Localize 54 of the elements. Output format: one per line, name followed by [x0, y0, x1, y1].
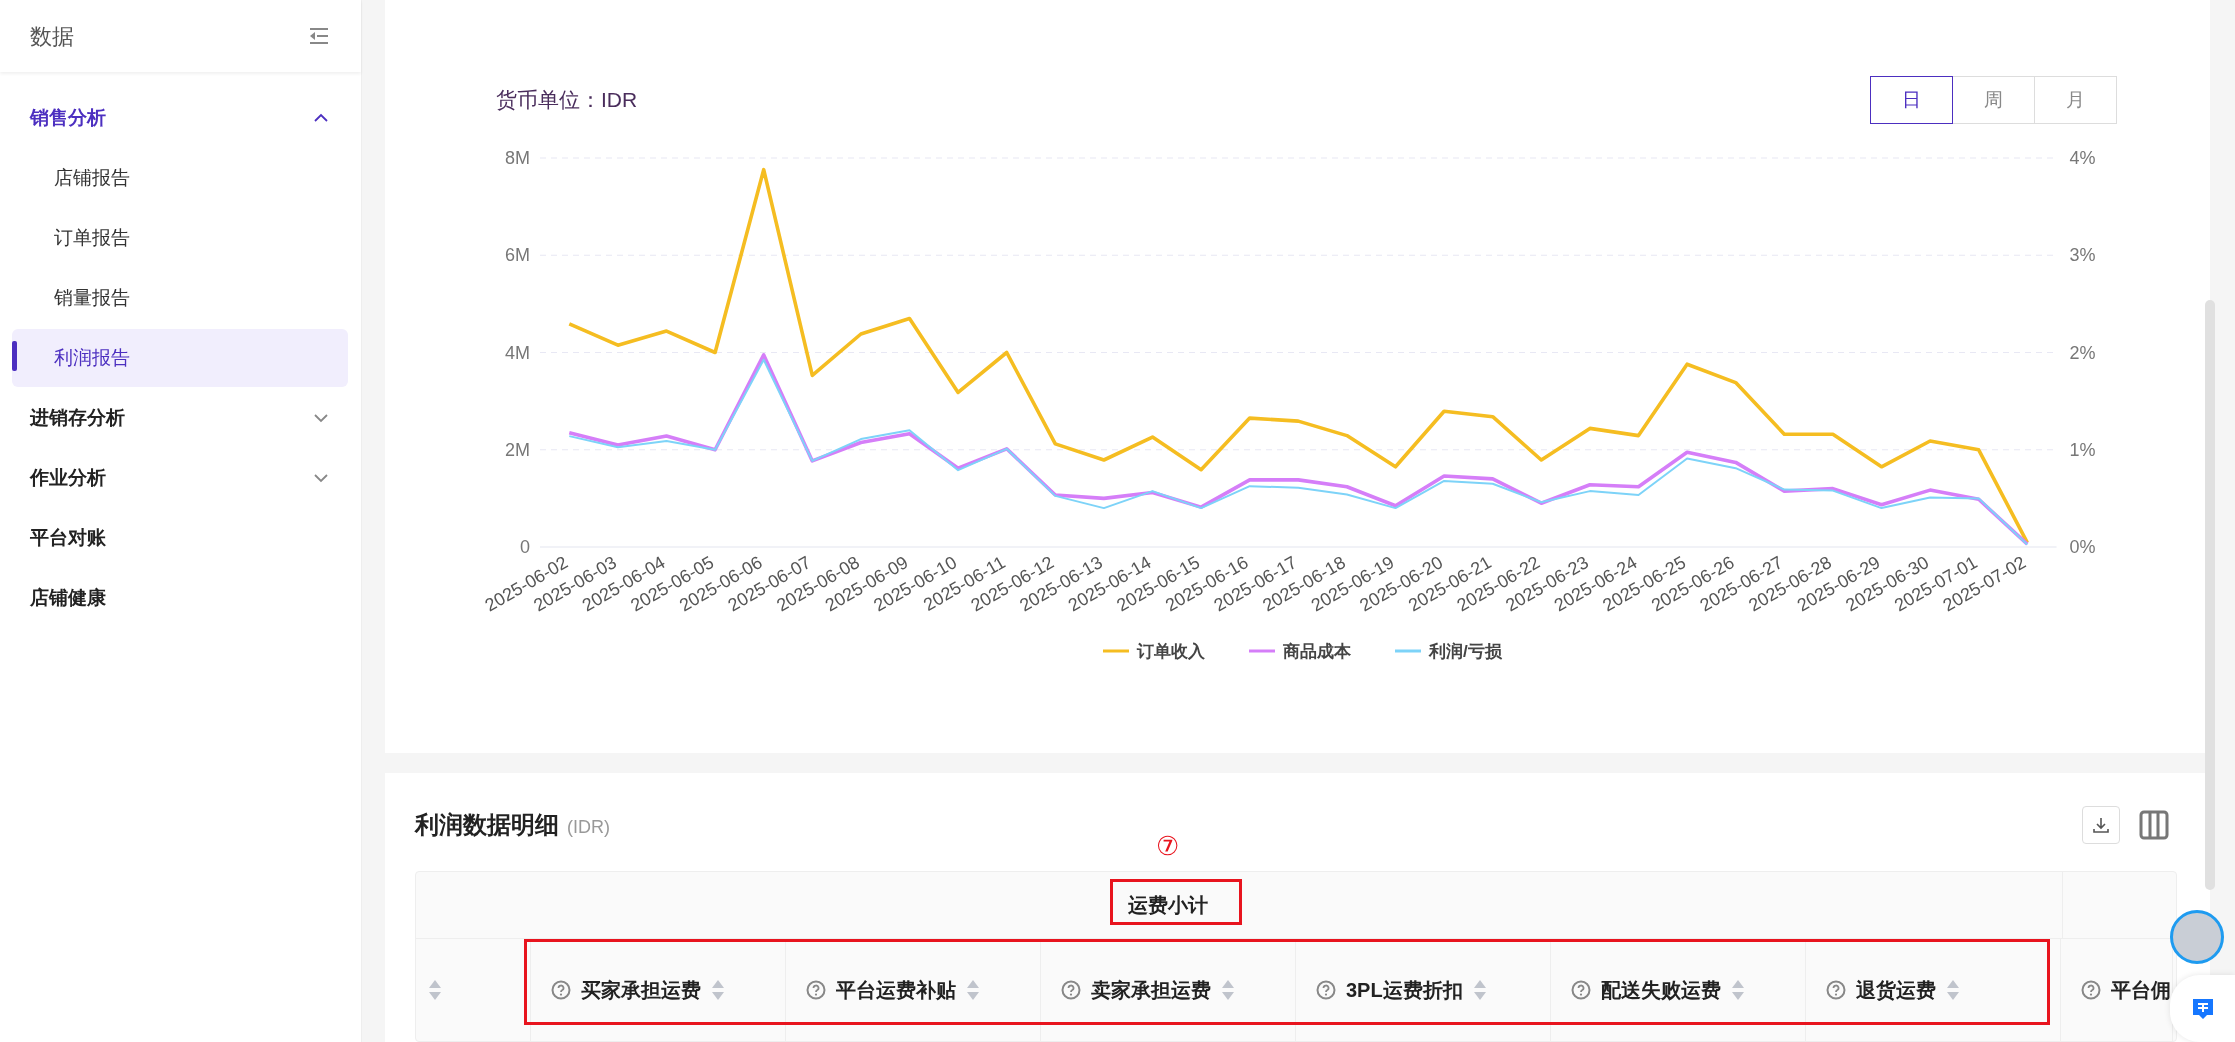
menu-item[interactable]: 店铺报告	[12, 149, 348, 207]
legend-item[interactable]: 利润/亏损	[1395, 642, 1502, 661]
period-tab[interactable]: 周	[1952, 76, 2035, 124]
help-icon[interactable]	[2081, 980, 2101, 1000]
help-icon[interactable]	[1061, 980, 1081, 1000]
column-header: 退货运费	[1856, 978, 1936, 1003]
menu-group[interactable]: 作业分析	[0, 448, 361, 508]
collapse-menu-icon[interactable]	[307, 26, 331, 46]
column-header: 3PL运费折扣	[1346, 978, 1463, 1003]
columns-icon[interactable]	[2138, 809, 2170, 841]
menu-item[interactable]: 销量报告	[12, 269, 348, 327]
y-axis-label: 3%	[2069, 245, 2096, 266]
legend-label: 订单收入	[1136, 642, 1206, 661]
chat-button[interactable]	[2170, 975, 2235, 1042]
column-header: 平台佣	[2111, 978, 2171, 1003]
help-icon[interactable]	[551, 980, 571, 1000]
menu-item[interactable]: 利润报告	[12, 329, 348, 387]
y-axis-label: 4%	[2069, 148, 2096, 168]
y-axis-label: 0%	[2069, 537, 2096, 557]
y-axis-label: 4M	[505, 342, 530, 363]
legend-item[interactable]: 商品成本	[1249, 642, 1351, 661]
help-icon[interactable]	[1571, 980, 1591, 1000]
sidebar-title: 数据	[30, 22, 74, 51]
help-icon[interactable]	[1316, 980, 1336, 1000]
y-axis-label: 6M	[505, 245, 530, 266]
column-header: 卖家承担运费	[1091, 978, 1211, 1003]
scrollbar-thumb[interactable]	[2205, 300, 2215, 890]
column-header: 平台运费补贴	[836, 978, 956, 1003]
menu-group[interactable]: 平台对账	[0, 508, 361, 568]
y-axis-label: 1%	[2069, 439, 2096, 460]
y-axis-label: 2%	[2069, 342, 2096, 363]
legend-label: 商品成本	[1282, 642, 1352, 661]
currency-unit: (IDR)	[567, 816, 610, 839]
section-title: 利润数据明细	[415, 810, 559, 840]
menu-group[interactable]: 进销存分析	[0, 388, 361, 448]
download-icon	[2091, 815, 2111, 835]
currency-label: 货币单位：IDR	[496, 87, 638, 114]
menu-group[interactable]: 销售分析	[0, 88, 361, 148]
column-header: 配送失败运费	[1601, 978, 1721, 1003]
y-axis-label: 0	[520, 537, 530, 557]
period-tab[interactable]: 月	[2034, 76, 2117, 124]
help-icon[interactable]	[1826, 980, 1846, 1000]
help-icon[interactable]	[806, 980, 826, 1000]
y-axis-label: 2M	[505, 439, 530, 460]
legend-label: 利润/亏损	[1428, 642, 1503, 661]
column-header: 买家承担运费	[581, 978, 701, 1003]
annotation-number: ⑦	[1156, 833, 1179, 859]
download-button[interactable]	[2082, 806, 2120, 844]
legend-item[interactable]: 订单收入	[1103, 642, 1205, 661]
period-tab[interactable]: 日	[1870, 76, 1953, 124]
y-axis-label: 8M	[505, 148, 530, 168]
group-header: 运费小计	[1128, 893, 1208, 918]
menu-group[interactable]: 店铺健康	[0, 568, 361, 628]
menu-item[interactable]: 订单报告	[12, 209, 348, 267]
